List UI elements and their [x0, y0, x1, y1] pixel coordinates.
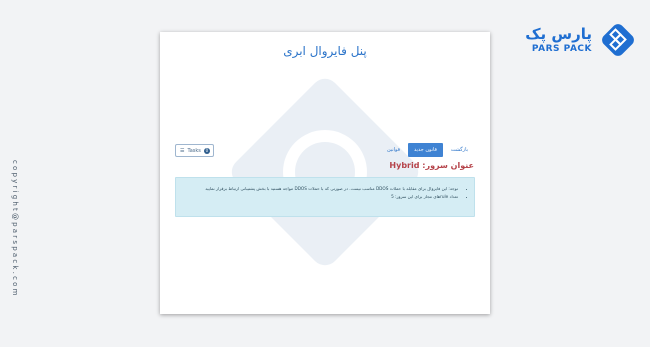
tab-back[interactable]: بازگشت: [445, 143, 474, 157]
brand-logo: پارس پک PARS PACK: [525, 22, 636, 58]
tasks-count-badge: 0: [203, 147, 210, 154]
tab-rules[interactable]: قوانین: [381, 143, 406, 157]
tab-bar: بازگشت قانون جدید قوانین: [381, 143, 474, 157]
page-title: پنل فایروال ابری: [283, 44, 367, 58]
server-title: عنوان سرور: Hybrid: [389, 161, 474, 170]
brand-name-en: PARS PACK: [531, 43, 592, 54]
tab-new-rule[interactable]: قانون جدید: [408, 143, 443, 157]
notice-ddos: توجه: این فایروال برای مقابله با حملات D…: [176, 185, 458, 193]
parspack-logo-icon: [600, 22, 636, 58]
tasks-button[interactable]: ☰ Tasks 0: [175, 144, 214, 157]
server-name: Hybrid: [389, 161, 420, 170]
tasks-icon: ☰: [180, 147, 185, 154]
brand-name-fa: پارس پک: [525, 24, 592, 43]
server-title-label: عنوان سرور:: [422, 161, 474, 170]
firewall-panel: پنل فایروال ابری بازگشت قانون جدید قوانی…: [160, 32, 490, 314]
notice-list: توجه: این فایروال برای مقابله با حملات D…: [176, 178, 474, 201]
tasks-label: Tasks: [187, 147, 201, 154]
notice-box: توجه: این فایروال برای مقابله با حملات D…: [175, 177, 475, 217]
brand-text: پارس پک PARS PACK: [525, 24, 592, 54]
watermark-logo-icon: [225, 72, 425, 276]
notice-rule-limit: تعداد rule‌های مجاز برای این سرور: 5: [176, 193, 458, 201]
copyright-vertical: copyright@parspack.com: [11, 160, 19, 298]
